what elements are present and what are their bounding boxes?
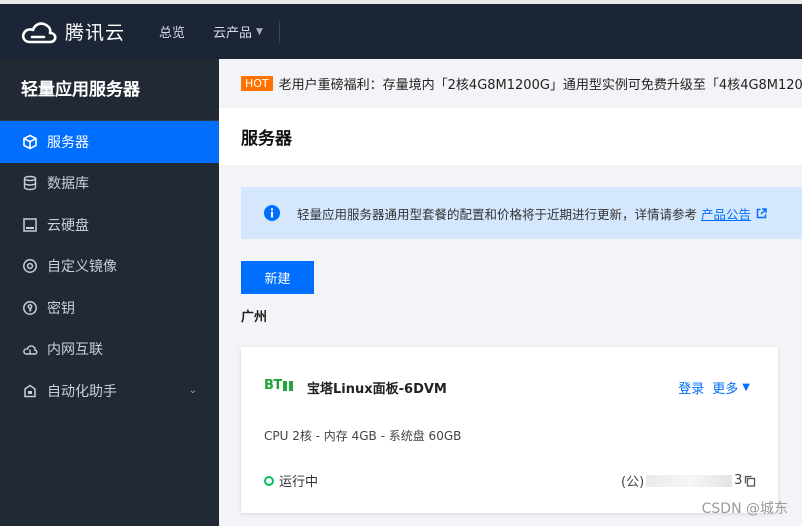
page-title: 服务器 [241, 129, 292, 149]
bt-logo-text: BT [264, 378, 282, 393]
bt-panel-logo: BT [264, 378, 293, 393]
cloud-link-icon [21, 341, 38, 358]
database-icon [21, 175, 38, 192]
page-header: 服务器 [219, 108, 802, 165]
sidebar-item-keys[interactable]: 密钥 [0, 287, 219, 329]
info-banner: 轻量应用服务器通用型套餐的配置和价格将于近期进行更新，详情请参考 产品公告 [241, 187, 802, 239]
login-link[interactable]: 登录 [678, 378, 704, 397]
caret-down-icon: ▼ [256, 26, 263, 37]
sidebar: 轻量应用服务器 服务器 数据库 云硬盘 自定义镜像 密钥 内网互联 自动化助手 … [0, 59, 219, 526]
sidebar-item-label: 自动化助手 [47, 383, 117, 400]
nav-overview-label: 总览 [159, 26, 186, 41]
nav-overview[interactable]: 总览 [159, 22, 185, 41]
watermark: CSDN @城东 [701, 501, 788, 517]
sidebar-item-label: 自定义镜像 [47, 259, 117, 276]
info-text: 轻量应用服务器通用型套餐的配置和价格将于近期进行更新，详情请参考 [297, 206, 698, 222]
top-navbar: 腾讯云 总览 云产品 ▼ [0, 0, 802, 59]
create-button[interactable]: 新建 [241, 261, 314, 294]
promo-text: 老用户重磅福利：存量境内「2核4G8M1200G」通用型实例可免费升级至「4核4… [278, 78, 802, 93]
status-running-icon [264, 475, 274, 486]
public-ip: (公) 3 [621, 471, 756, 490]
product-announcement-link[interactable]: 产品公告 [701, 204, 751, 223]
main-content: HOT 老用户重磅福利：存量境内「2核4G8M1200G」通用型实例可免费升级至… [219, 59, 802, 526]
promo-notice[interactable]: HOT 老用户重磅福利：存量境内「2核4G8M1200G」通用型实例可免费升级至… [219, 59, 802, 108]
sidebar-title: 轻量应用服务器 [0, 59, 219, 121]
bt-grid-icon [282, 380, 293, 391]
tencent-cloud-logo[interactable]: 腾讯云 [20, 18, 125, 46]
copy-icon[interactable] [744, 475, 756, 487]
server-card[interactable]: BT 宝塔Linux面板-6DVM 登录 更多 ▼ CPU 2核 - 内存 4G… [241, 347, 778, 513]
image-icon [21, 258, 38, 275]
server-status: 运行中 [264, 471, 318, 490]
cloud-logo-icon [21, 21, 57, 43]
key-icon [21, 299, 38, 316]
nav-cloud-products[interactable]: 云产品 ▼ [213, 22, 263, 41]
sidebar-item-label: 云硬盘 [47, 217, 89, 234]
sidebar-item-servers[interactable]: 服务器 [0, 121, 219, 163]
nav-cloud-products-label: 云产品 [213, 26, 253, 41]
info-icon [264, 205, 280, 221]
sidebar-item-label: 内网互联 [47, 342, 103, 359]
external-link-icon[interactable] [756, 207, 767, 219]
sidebar-item-label: 服务器 [47, 134, 89, 151]
ip-prefix: (公) [621, 475, 645, 490]
sidebar-item-label: 数据库 [47, 176, 89, 193]
sidebar-menu: 服务器 数据库 云硬盘 自定义镜像 密钥 内网互联 自动化助手 ⌄ [0, 121, 219, 412]
sidebar-item-custom-image[interactable]: 自定义镜像 [0, 246, 219, 288]
hot-badge: HOT [241, 76, 273, 91]
nav-divider [278, 20, 280, 43]
chevron-down-icon: ⌄ [188, 385, 197, 397]
server-name[interactable]: 宝塔Linux面板-6DVM [307, 378, 447, 397]
server-spec: CPU 2核 - 内存 4GB - 系统盘 60GB [264, 429, 462, 443]
caret-down-icon[interactable]: ▼ [742, 382, 750, 393]
ip-redaction [646, 474, 733, 487]
disk-icon [21, 216, 38, 233]
sidebar-item-intranet[interactable]: 内网互联 [0, 329, 219, 371]
cube-icon [21, 133, 38, 150]
status-text: 运行中 [279, 475, 319, 490]
ip-suffix: 3 [734, 473, 743, 488]
brand-name: 腾讯云 [65, 22, 126, 44]
assistant-icon [21, 382, 38, 399]
sidebar-item-automation[interactable]: 自动化助手 ⌄ [0, 370, 219, 412]
more-link[interactable]: 更多 [712, 378, 738, 397]
sidebar-item-label: 密钥 [47, 300, 75, 317]
card-actions: 登录 更多 ▼ [670, 378, 750, 397]
sidebar-item-cloud-disk[interactable]: 云硬盘 [0, 204, 219, 246]
sidebar-item-database[interactable]: 数据库 [0, 163, 219, 205]
region-label: 广州 [241, 310, 268, 325]
